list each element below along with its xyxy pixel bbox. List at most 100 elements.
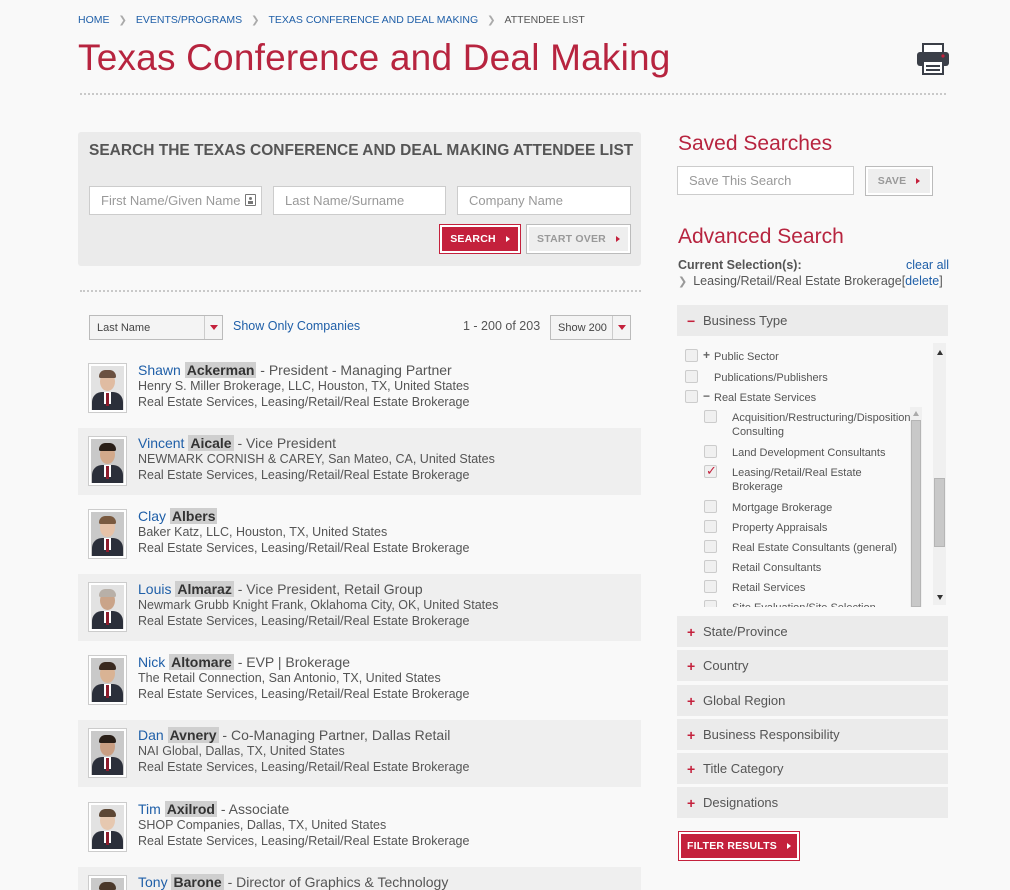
- inner-scroll-thumb[interactable]: [911, 420, 921, 607]
- photo-tie: [106, 832, 109, 845]
- attendee-name-line: Dan Avnery - Co-Managing Partner, Dallas…: [138, 727, 469, 743]
- checkbox[interactable]: [704, 500, 717, 513]
- business-type-option[interactable]: Brokerage: [732, 480, 783, 494]
- start-over-button[interactable]: START OVER: [526, 224, 631, 254]
- outer-scroll-thumb[interactable]: [934, 478, 945, 547]
- business-type-option[interactable]: Retail Services: [732, 581, 805, 595]
- last-name-input[interactable]: [273, 186, 446, 215]
- attendee-last-name[interactable]: Ackerman: [184, 362, 257, 378]
- attendee-last-name[interactable]: Axilrod: [164, 801, 217, 817]
- business-type-option[interactable]: Retail Consultants: [732, 561, 821, 575]
- filter-section-header[interactable]: + Title Category: [677, 753, 948, 784]
- search-button-label: SEARCH: [450, 233, 496, 245]
- checkbox[interactable]: [704, 600, 717, 607]
- attendee-title: - Co-Managing Partner, Dallas Retail: [218, 727, 451, 743]
- attendee-avatar[interactable]: [88, 655, 127, 705]
- checkbox[interactable]: [704, 445, 717, 458]
- filter-section-header[interactable]: + Business Responsibility: [677, 719, 948, 750]
- show-only-companies-link[interactable]: Show Only Companies: [233, 319, 360, 333]
- results-count: 1 - 200 of 203: [463, 319, 541, 333]
- attendee-first-name[interactable]: Clay: [138, 508, 166, 524]
- filter-section-header[interactable]: + Country: [677, 650, 948, 681]
- inner-scroll-up-icon[interactable]: [913, 411, 919, 416]
- breadcrumb: HOME ❯ EVENTS/PROGRAMS ❯ TEXAS CONFERENC…: [78, 14, 585, 26]
- attendee-last-name[interactable]: Aicale: [188, 435, 234, 451]
- business-type-option[interactable]: Real Estate Services: [714, 391, 816, 405]
- collapse-icon[interactable]: −: [703, 389, 710, 403]
- attendee-avatar[interactable]: [88, 875, 127, 890]
- attendee-avatar[interactable]: [88, 436, 127, 486]
- filter-section-label: Designations: [703, 795, 779, 810]
- business-type-option[interactable]: Property Appraisals: [732, 521, 827, 535]
- business-type-option[interactable]: Site Evaluation/Site Selection: [732, 601, 876, 607]
- filter-section-header[interactable]: + Designations: [677, 787, 948, 818]
- checkbox[interactable]: [704, 520, 717, 533]
- attendee-first-name[interactable]: Dan: [138, 727, 164, 743]
- filter-section-header[interactable]: + Global Region: [677, 685, 948, 716]
- business-type-option[interactable]: Acquisition/Restructuring/Disposition: [732, 411, 911, 425]
- filter-results-button[interactable]: FILTER RESULTS: [678, 831, 800, 861]
- checkbox[interactable]: [685, 349, 698, 362]
- printer-icon[interactable]: [916, 42, 950, 76]
- attendee-photo: [91, 658, 124, 702]
- checkbox[interactable]: [704, 410, 717, 423]
- checkbox[interactable]: [704, 540, 717, 553]
- inner-scrollbar[interactable]: [910, 407, 922, 607]
- attendee-avatar[interactable]: [88, 802, 127, 852]
- sort-select[interactable]: Last Name: [89, 315, 223, 340]
- attendee-first-name[interactable]: Shawn: [138, 362, 181, 378]
- business-type-option[interactable]: Leasing/Retail/Real Estate: [732, 466, 862, 480]
- attendee-last-name[interactable]: Albers: [169, 508, 218, 524]
- expand-icon[interactable]: +: [703, 348, 710, 362]
- attendee-last-name[interactable]: Barone: [171, 874, 224, 890]
- attendee-avatar[interactable]: [88, 728, 127, 778]
- attendee-name-line: Shawn Ackerman - President - Managing Pa…: [138, 362, 469, 378]
- business-type-option[interactable]: Consulting: [732, 425, 784, 439]
- business-type-header[interactable]: − Business Type: [677, 305, 948, 336]
- attendee-row: Shawn Ackerman - President - Managing Pa…: [78, 355, 641, 422]
- attendee-title: - Vice President, Retail Group: [233, 581, 423, 597]
- attendee-first-name[interactable]: Louis: [138, 581, 171, 597]
- attendee-name-line: Louis Almaraz - Vice President, Retail G…: [138, 581, 498, 597]
- breadcrumb-conference[interactable]: TEXAS CONFERENCE AND DEAL MAKING: [268, 14, 478, 26]
- attendee-avatar[interactable]: [88, 582, 127, 632]
- checkbox-checked[interactable]: [704, 463, 717, 479]
- attendee-first-name[interactable]: Nick: [138, 654, 165, 670]
- attendee-avatar[interactable]: [88, 509, 127, 559]
- expand-icon: +: [687, 726, 696, 743]
- business-type-option[interactable]: Land Development Consultants: [732, 446, 885, 460]
- save-search-button[interactable]: SAVE: [865, 166, 933, 196]
- save-search-input[interactable]: [677, 166, 854, 195]
- outer-scrollbar[interactable]: [933, 343, 946, 605]
- attendee-avatar[interactable]: [88, 363, 127, 413]
- scroll-up-icon[interactable]: [937, 350, 943, 355]
- attendee-last-name[interactable]: Avnery: [167, 727, 219, 743]
- business-type-option[interactable]: Real Estate Consultants (general): [732, 541, 897, 555]
- attendee-last-name[interactable]: Altomare: [169, 654, 234, 670]
- attendee-categories: Real Estate Services, Leasing/Retail/Rea…: [138, 834, 470, 848]
- first-name-input[interactable]: [89, 186, 262, 215]
- attendee-name-line: Nick Altomare - EVP | Brokerage: [138, 654, 469, 670]
- business-type-option[interactable]: Mortgage Brokerage: [732, 501, 832, 515]
- company-name-input[interactable]: [457, 186, 631, 215]
- business-type-option[interactable]: Publications/Publishers: [714, 371, 828, 385]
- attendee-first-name[interactable]: Tony: [138, 874, 168, 890]
- per-page-select[interactable]: Show 200: [550, 315, 631, 340]
- filter-section-header[interactable]: + State/Province: [677, 616, 948, 647]
- clear-all-link[interactable]: clear all: [906, 258, 949, 272]
- checkbox[interactable]: [704, 580, 717, 593]
- checkbox[interactable]: [704, 560, 717, 573]
- photo-tie: [106, 758, 109, 771]
- checkbox[interactable]: [685, 390, 698, 403]
- scroll-down-icon[interactable]: [937, 595, 943, 600]
- attendee-first-name[interactable]: Tim: [138, 801, 161, 817]
- breadcrumb-events[interactable]: EVENTS/PROGRAMS: [136, 14, 242, 26]
- attendee-last-name[interactable]: Almaraz: [175, 581, 234, 597]
- attendee-name-line: Vincent Aicale - Vice President: [138, 435, 495, 451]
- breadcrumb-home[interactable]: HOME: [78, 14, 110, 26]
- search-button[interactable]: SEARCH: [439, 224, 521, 254]
- delete-selection-link[interactable]: delete: [905, 274, 939, 288]
- business-type-option[interactable]: Public Sector: [714, 350, 779, 364]
- checkbox[interactable]: [685, 370, 698, 383]
- attendee-first-name[interactable]: Vincent: [138, 435, 184, 451]
